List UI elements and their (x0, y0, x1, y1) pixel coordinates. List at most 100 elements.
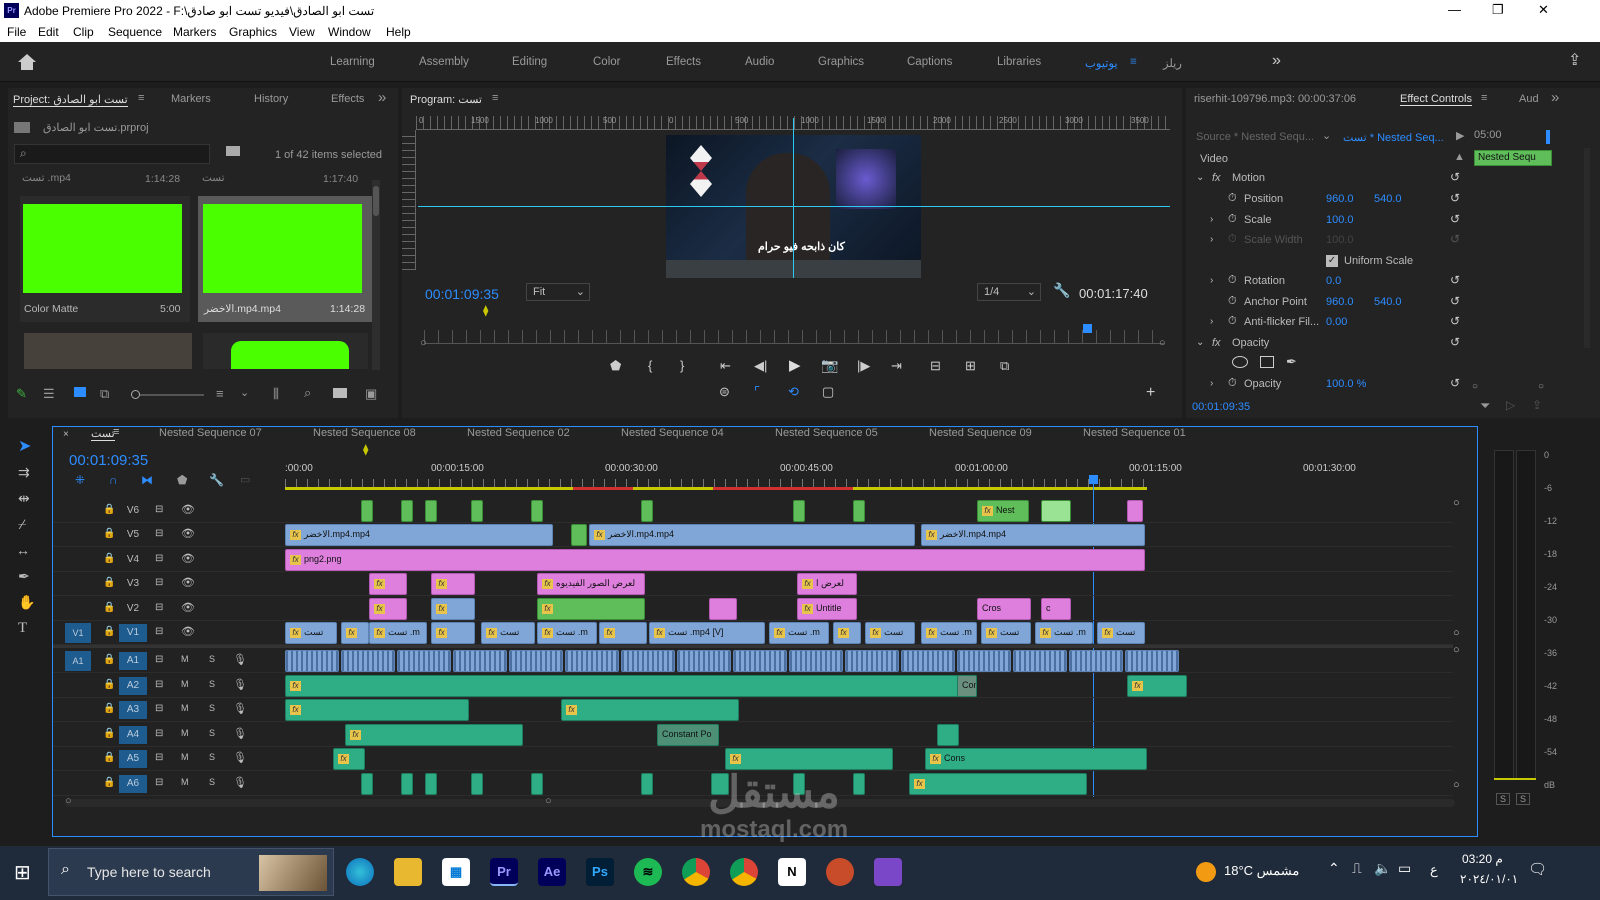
step-back-icon[interactable]: ◀| (754, 358, 767, 374)
windows-start-icon[interactable]: ⊞ (14, 860, 31, 885)
magnet-icon[interactable]: ∩ (109, 473, 118, 487)
a1-clip[interactable] (1069, 650, 1123, 672)
stopwatch-icon[interactable]: ⏱ (1228, 295, 1237, 308)
collapse-icon[interactable]: ▲ (1454, 151, 1465, 163)
v6-clip[interactable] (1041, 500, 1071, 522)
v6-clip[interactable] (793, 500, 805, 522)
slip-tool-icon[interactable]: ↔ (16, 542, 30, 558)
a6-clip[interactable] (641, 773, 653, 795)
v2-clip[interactable]: fx (431, 598, 475, 620)
scrollbar-thumb[interactable] (373, 186, 379, 216)
v6-clip[interactable] (1127, 500, 1143, 522)
v1-clip[interactable]: fx تست .m (369, 622, 427, 644)
v1-clip[interactable]: fx تست .m (537, 622, 597, 644)
wrench-icon[interactable]: 🔧 (1053, 282, 1070, 299)
a2-clip[interactable]: Cons (957, 675, 977, 697)
pencil-icon[interactable]: ✎ (16, 386, 27, 402)
notifications-icon[interactable]: 🗨 (1528, 860, 1547, 878)
v1-clip[interactable]: fx تست (285, 622, 337, 644)
v6-clip[interactable] (361, 500, 373, 522)
game-icon[interactable] (826, 858, 854, 886)
sequence-tab[interactable]: Nested Sequence 07 (159, 427, 262, 439)
track-label[interactable]: V3 (119, 575, 147, 593)
menu-edit[interactable]: Edit (38, 25, 59, 39)
project-item-color-matte[interactable]: Color Matte 5:00 (20, 196, 190, 322)
mark-in-icon[interactable]: { (648, 358, 652, 373)
a3-clip[interactable]: fx (561, 699, 739, 721)
source-patch-a1[interactable]: A1 (65, 651, 91, 671)
workspace-libraries[interactable]: Libraries (997, 56, 1041, 68)
menu-file[interactable]: File (7, 25, 26, 39)
stopwatch-icon[interactable]: ⏱ (1228, 377, 1237, 390)
target-sequence-label[interactable]: تست * Nested Seq... (1343, 131, 1444, 144)
a6-clip[interactable] (425, 773, 437, 795)
track-label[interactable]: A6 (119, 775, 147, 793)
v3-clip[interactable]: fx (431, 573, 475, 595)
new-item-icon[interactable]: ▣ (365, 386, 377, 402)
track-output-icon[interactable]: ⊟ (155, 504, 163, 515)
v6-clip[interactable] (401, 500, 413, 522)
playhead-timecode[interactable]: 00:01:09:35 (425, 286, 499, 302)
menu-graphics[interactable]: Graphics (229, 25, 277, 39)
sequence-tab[interactable]: Nested Sequence 02 (467, 427, 570, 439)
source-patch-v1[interactable]: V1 (65, 623, 91, 643)
track-lock-icon[interactable]: 🔒 (103, 654, 115, 665)
menu-sequence[interactable]: Sequence (108, 25, 162, 39)
track-output-icon[interactable]: ⊟ (155, 752, 163, 763)
filter-icon[interactable]: ⏷ (1480, 398, 1490, 414)
track-output-icon[interactable]: ⊟ (155, 528, 163, 539)
a2-clip[interactable]: fx (285, 675, 977, 697)
track-output-icon[interactable]: ⊟ (155, 728, 163, 739)
menu-window[interactable]: Window (328, 25, 371, 39)
solo-button[interactable]: S (209, 777, 215, 787)
scrub-start-icon[interactable]: ○ (420, 337, 427, 349)
sort-icon[interactable]: ≡ (216, 386, 224, 401)
menu-view[interactable]: View (289, 25, 315, 39)
a5-clip[interactable]: fx Cons (925, 748, 1147, 770)
v1-clip[interactable]: fx تست .m (769, 622, 829, 644)
effect-anchor-point-value-y[interactable]: 540.0 (1374, 296, 1402, 308)
sequence-tab[interactable]: Nested Sequence 04 (621, 427, 724, 439)
weather-text[interactable]: 18°C مشمس (1224, 863, 1299, 879)
v1-clip[interactable]: fx تست .m (1035, 622, 1093, 644)
clapper-icon[interactable] (874, 858, 902, 886)
new-bin-icon[interactable] (226, 146, 240, 156)
a6-clip[interactable] (361, 773, 373, 795)
a1-clip[interactable] (341, 650, 395, 672)
v1-clip[interactable]: fx تست .mp4 [V] (649, 622, 765, 644)
reset-icon[interactable]: ↺ (1450, 335, 1460, 349)
icon-view-icon[interactable] (74, 387, 86, 397)
track-output-icon[interactable]: ⊟ (155, 626, 163, 637)
mute-button[interactable]: M (181, 728, 189, 738)
workspace-effects[interactable]: Effects (666, 56, 701, 68)
quality-dropdown[interactable]: 1/4 ⌄ (977, 283, 1041, 301)
track-output-icon[interactable]: ⊟ (155, 602, 163, 613)
close-button[interactable]: ✕ (1538, 2, 1549, 18)
track-output-icon[interactable]: ⊟ (155, 777, 163, 788)
go-to-out-icon[interactable]: ⇥ (891, 358, 902, 374)
microphone-icon[interactable]: 🎙 (233, 678, 247, 691)
vertical-zoom-handle-icon[interactable]: ○ (1453, 644, 1460, 656)
scrub-bar[interactable] (424, 330, 1164, 344)
marker-icon[interactable]: ⧫ (363, 443, 368, 456)
v1-clip[interactable]: fx (341, 622, 369, 644)
a4-clip[interactable]: fx (345, 724, 523, 746)
timeline-timecode[interactable]: 00:01:09:35 (69, 452, 148, 469)
chrome-profile-icon[interactable] (730, 858, 758, 886)
eye-icon[interactable]: 👁 (181, 576, 195, 589)
workspace-assembly[interactable]: Assembly (419, 56, 469, 68)
list-view-icon[interactable]: ☰ (43, 386, 55, 402)
timeline-settings-icon[interactable]: 🔧 (209, 473, 224, 487)
track-output-icon[interactable]: ⊟ (155, 553, 163, 564)
track-lock-icon[interactable]: 🔒 (103, 528, 115, 539)
v2-clip[interactable]: c (1041, 598, 1071, 620)
scrollbar[interactable] (372, 180, 380, 370)
reset-icon[interactable]: ↺ (1450, 294, 1460, 308)
effect-scale-width-value[interactable]: 100.0 (1326, 234, 1354, 246)
play-icon[interactable]: ▶ (1456, 129, 1464, 142)
reset-icon[interactable]: ↺ (1450, 314, 1460, 328)
timeline-menu-icon[interactable]: ≡ (113, 426, 119, 438)
add-marker-icon[interactable]: ⬟ (610, 358, 621, 374)
a1-clip[interactable] (901, 650, 955, 672)
expand-chevron-icon[interactable]: › (1210, 275, 1213, 286)
